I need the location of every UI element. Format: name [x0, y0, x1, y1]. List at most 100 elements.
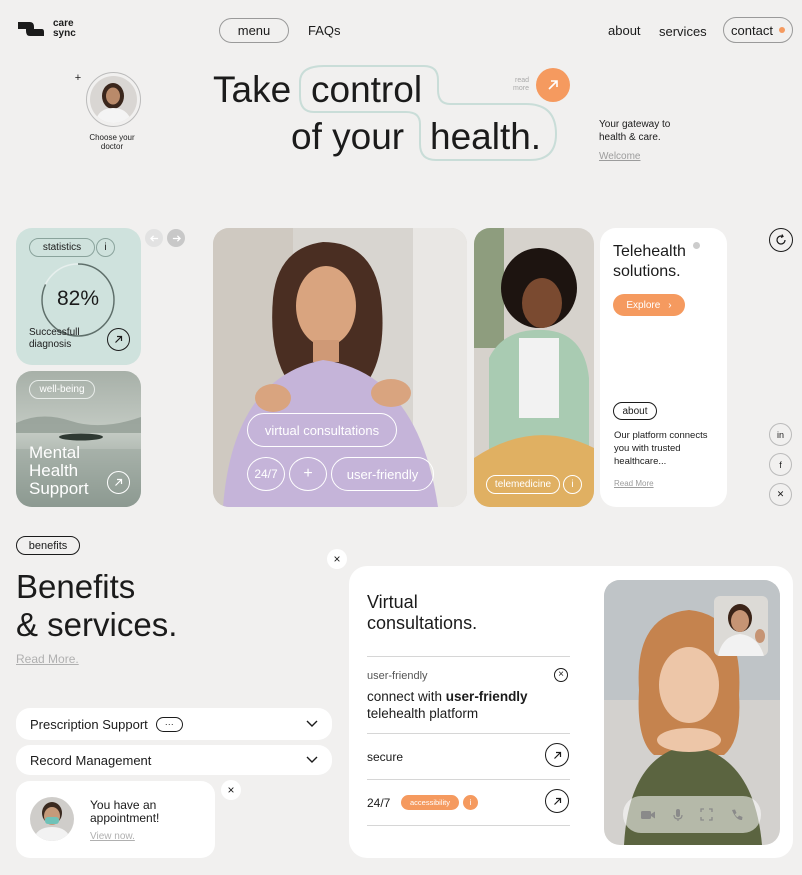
headline-word-take: Take — [213, 69, 292, 110]
user-friendly-tag[interactable]: user-friendly — [331, 457, 434, 491]
wellbeing-title: Mental Health Support — [29, 443, 89, 498]
statistics-badge: statistics — [29, 238, 95, 257]
gateway-text: Your gateway to health & care. — [599, 119, 671, 143]
accordion-record-management[interactable]: Record Management — [16, 745, 332, 775]
video-camera-icon[interactable] — [640, 809, 656, 821]
explore-button[interactable]: Explore › — [613, 294, 685, 316]
doctor-avatar[interactable] — [86, 72, 141, 127]
feature-close-button[interactable]: × — [554, 668, 568, 682]
statistics-open-button[interactable] — [107, 328, 130, 351]
linkedin-icon[interactable]: in — [769, 423, 792, 446]
benefits-close-button[interactable]: × — [327, 549, 347, 569]
main-photo-card: virtual consultations 24/7 + user-friend… — [213, 228, 467, 507]
nav-about[interactable]: about — [608, 23, 641, 38]
accessibility-info-icon[interactable]: i — [463, 795, 478, 810]
chevron-right-icon: › — [668, 299, 672, 311]
facebook-icon[interactable]: f — [769, 453, 792, 476]
feature-pre-text: connect with — [367, 689, 446, 704]
call-controls-bar — [623, 796, 761, 833]
telehealth-description: Our platform connects you with trusted h… — [614, 430, 708, 467]
consultations-title-line1: Virtual — [367, 592, 418, 612]
appointment-card[interactable]: You have an appointment! View now. — [16, 781, 215, 858]
phone-icon[interactable] — [730, 808, 744, 822]
consult-row-247[interactable]: 24/7 accessibility i — [367, 780, 570, 825]
telemedicine-tag[interactable]: telemedicine — [486, 475, 560, 494]
statistics-value: 82% — [56, 287, 100, 310]
telehealth-info-dot-icon — [693, 242, 700, 249]
divider — [367, 656, 570, 657]
more-options-badge[interactable]: ··· — [155, 716, 183, 732]
about-badge: about — [613, 402, 657, 420]
brand-logo[interactable]: care sync — [16, 19, 76, 39]
headline-word-control: control — [311, 69, 423, 110]
tag-24-7[interactable]: 24/7 — [247, 457, 285, 491]
divider — [367, 825, 570, 826]
second-photo-card: telemedicine i — [474, 228, 594, 507]
doctor-pip-video[interactable] — [714, 596, 768, 656]
row-arrow-button[interactable] — [545, 743, 569, 767]
statistics-label: Successfull diagnosis — [29, 327, 80, 350]
consultations-panel: Virtual consultations. user-friendly × c… — [349, 566, 793, 858]
row-arrow-button[interactable] — [545, 789, 569, 813]
contact-dot-icon — [778, 27, 785, 33]
arrow-up-right-icon — [115, 478, 123, 486]
consultations-title-line2: consultations. — [367, 613, 478, 633]
choose-doctor-label: Choose your doctor — [89, 133, 135, 151]
feature-post-text: telehealth platform — [367, 706, 479, 721]
explore-label: Explore — [626, 299, 661, 311]
menu-button[interactable]: menu — [219, 18, 289, 43]
arrow-left-icon — [149, 234, 158, 242]
fullscreen-icon[interactable] — [700, 808, 713, 821]
nav-services[interactable]: services — [659, 24, 707, 39]
info-icon[interactable]: i — [96, 238, 115, 257]
read-more-button[interactable] — [536, 68, 570, 102]
benefits-read-more-link[interactable]: Read More. — [16, 652, 79, 666]
virtual-consultations-tag[interactable]: virtual consultations — [247, 413, 397, 447]
arrow-up-right-icon — [548, 80, 558, 90]
headline-word-of-your: of your — [291, 116, 405, 157]
arrow-up-right-icon — [553, 751, 561, 759]
add-tag-button[interactable]: + — [289, 457, 327, 491]
wellbeing-open-button[interactable] — [107, 471, 130, 494]
feature-description: connect with user-friendly telehealth pl… — [367, 688, 567, 722]
wellbeing-card[interactable]: well-being Mental Health Support — [16, 371, 141, 507]
telehealth-card: Telehealth solutions. Explore › about Ou… — [600, 228, 727, 507]
refresh-button[interactable] — [769, 228, 793, 252]
logo-icon — [18, 22, 44, 36]
view-appointment-link[interactable]: View now. — [90, 831, 135, 842]
x-twitter-icon[interactable]: ✕ — [769, 483, 792, 506]
contact-button[interactable]: contact — [723, 17, 793, 43]
telemedicine-info-icon[interactable]: i — [563, 475, 582, 494]
arrow-up-right-icon — [553, 797, 561, 805]
doctor-avatar — [30, 797, 74, 841]
smiling-woman-photo — [474, 228, 594, 507]
contact-label: contact — [731, 22, 773, 38]
chevron-down-icon — [306, 720, 318, 727]
appointment-text: You have an appointment! — [90, 798, 160, 825]
headline-word-health: health. — [430, 116, 542, 157]
benefits-badge: benefits — [16, 536, 80, 555]
consult-row-secure[interactable]: secure — [367, 734, 570, 779]
video-call-window — [604, 580, 780, 845]
wellbeing-badge: well-being — [29, 380, 95, 399]
row-label: 24/7 — [367, 796, 391, 810]
add-doctor-button[interactable]: + — [72, 72, 84, 84]
nav-faqs[interactable]: FAQs — [308, 23, 341, 38]
feature-bold-text: user-friendly — [445, 689, 528, 704]
accordion-label: Record Management — [30, 752, 152, 768]
brand-line2: sync — [53, 28, 76, 39]
benefits-title-line2: & services. — [16, 606, 178, 643]
read-more-label: read more — [513, 77, 529, 92]
appointment-close-button[interactable]: × — [221, 780, 241, 800]
accordion-prescription-support[interactable]: Prescription Support ··· — [16, 708, 332, 740]
microphone-icon[interactable] — [673, 808, 683, 822]
prev-arrow-button[interactable] — [145, 229, 163, 247]
chevron-down-icon — [306, 756, 318, 763]
next-arrow-button[interactable] — [167, 229, 185, 247]
welcome-link[interactable]: Welcome — [599, 151, 641, 162]
statistics-card: statistics i 82% Successfull diagnosis — [16, 228, 141, 365]
telehealth-read-more-link[interactable]: Read More — [614, 479, 654, 488]
benefits-title-line1: Benefits — [16, 568, 136, 605]
arrow-right-icon — [172, 234, 181, 242]
row-label: secure — [367, 750, 404, 764]
